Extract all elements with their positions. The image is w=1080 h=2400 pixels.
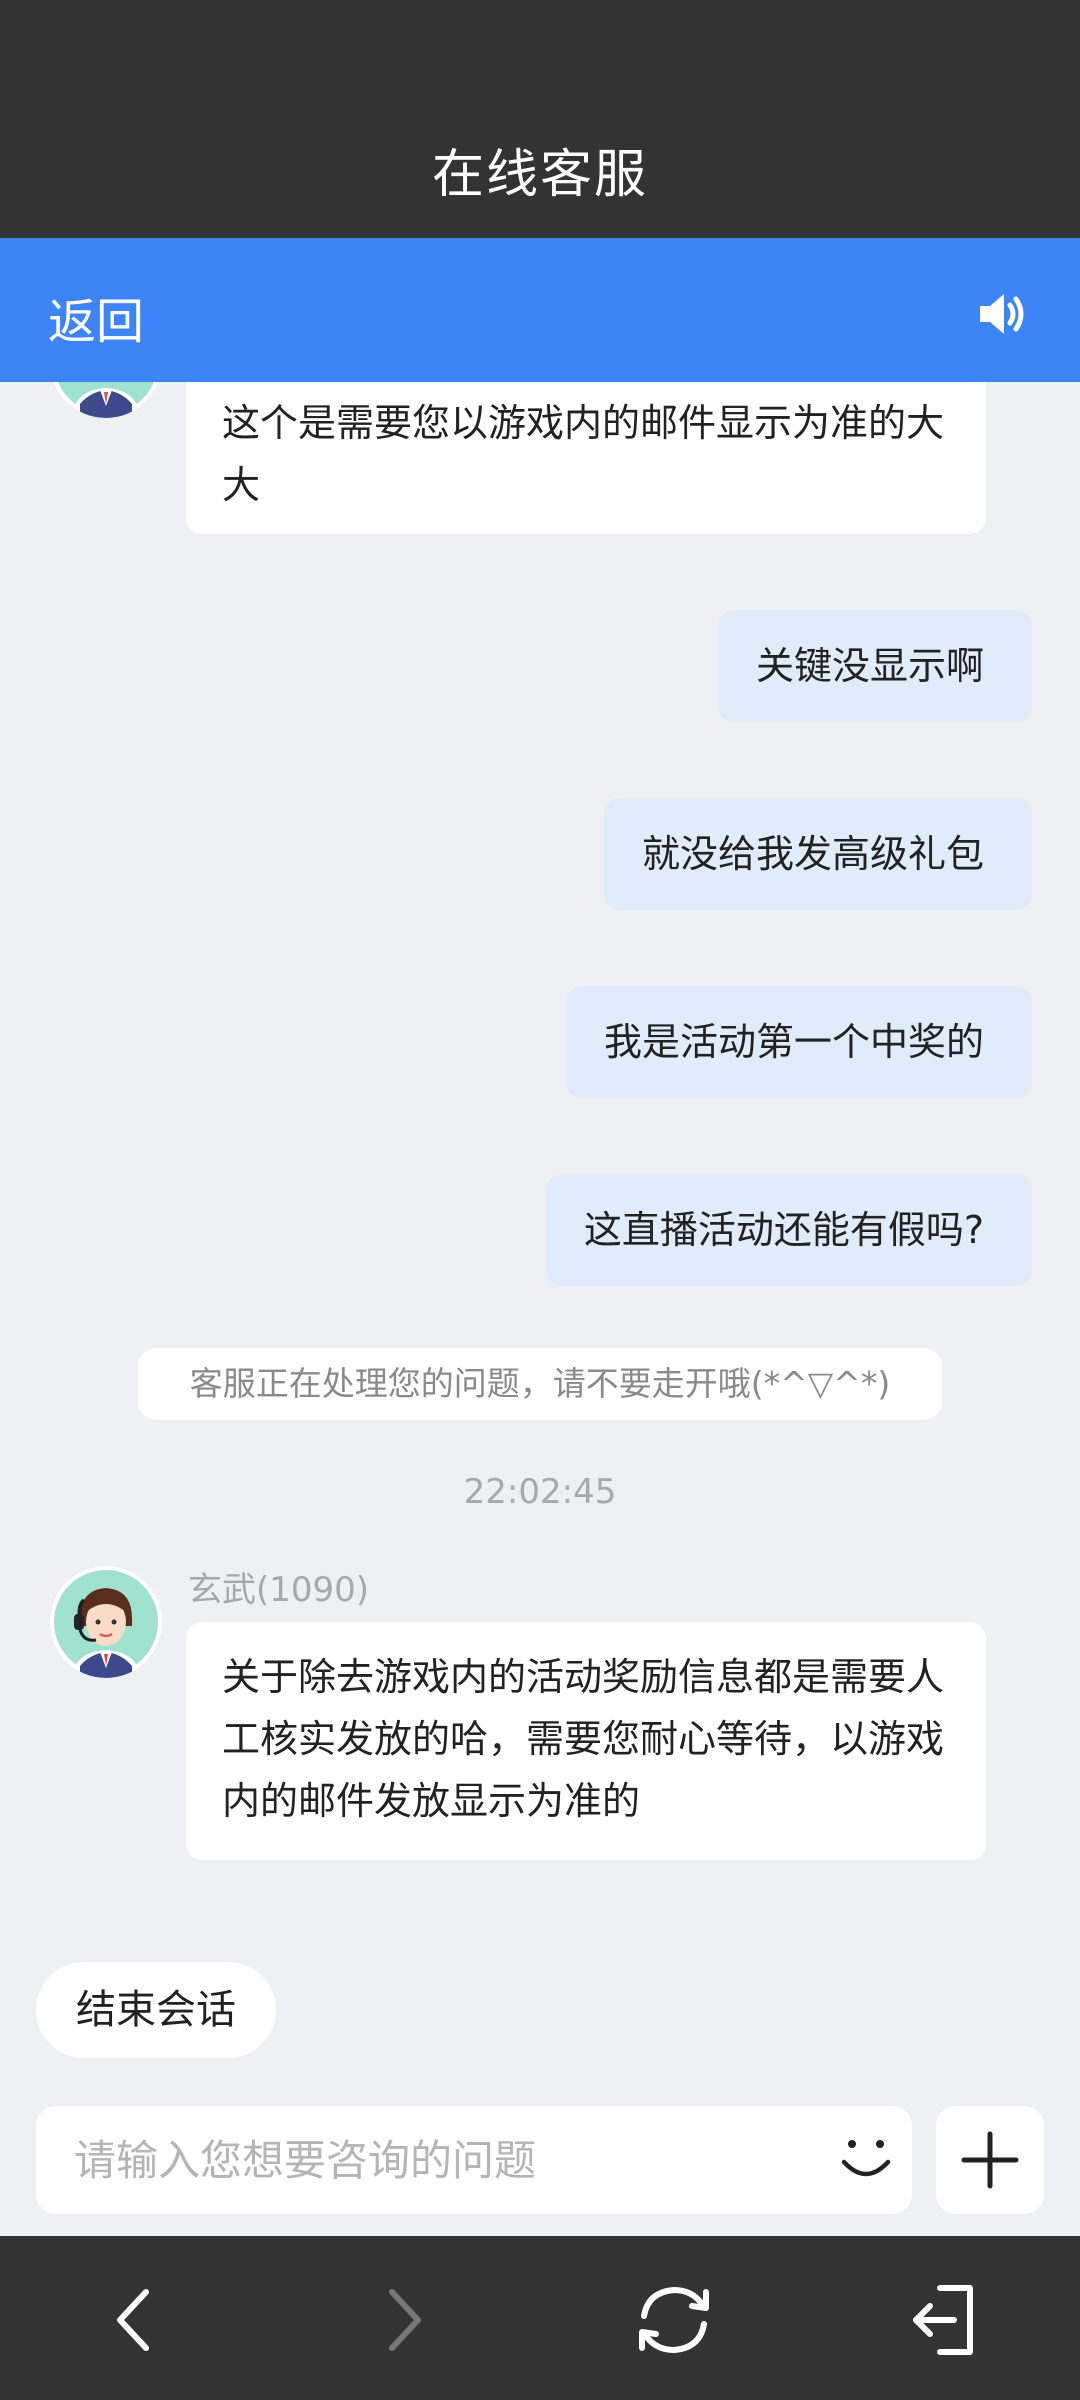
status-notice: 客服正在处理您的问题，请不要走开哦(*^▽^*) bbox=[138, 1348, 942, 1420]
chat-area[interactable]: 这个是需要您以游戏内的邮件显示为准的大大 关键没显示啊 就没给我发高级礼包 我是… bbox=[0, 382, 1080, 2102]
nav-bar: 返回 bbox=[0, 238, 1080, 382]
exit-icon[interactable] bbox=[896, 2272, 992, 2368]
agent-message-bubble: 关于除去游戏内的活动奖励信息都是需要人工核实发放的哈，需要您耐心等待，以游戏内的… bbox=[186, 1622, 986, 1860]
agent-message-bubble: 这个是需要您以游戏内的邮件显示为准的大大 bbox=[186, 382, 986, 534]
bottom-nav-bar bbox=[0, 2236, 1080, 2400]
forward-arrow-icon[interactable] bbox=[356, 2272, 452, 2368]
title-bar: 在线客服 bbox=[0, 0, 1080, 238]
add-icon[interactable] bbox=[936, 2106, 1044, 2214]
message-input[interactable] bbox=[72, 2106, 792, 2214]
back-arrow-icon[interactable] bbox=[86, 2272, 182, 2368]
user-message-bubble: 关键没显示啊 bbox=[717, 610, 1032, 722]
user-message-bubble: 这直播活动还能有假吗? bbox=[545, 1174, 1032, 1286]
user-message-bubble: 我是活动第一个中奖的 bbox=[565, 986, 1032, 1098]
timestamp: 22:02:45 bbox=[463, 1472, 617, 1512]
message-input-box[interactable] bbox=[36, 2106, 912, 2214]
back-button[interactable]: 返回 bbox=[48, 282, 144, 352]
agent-avatar-icon bbox=[50, 1566, 162, 1678]
refresh-icon[interactable] bbox=[626, 2272, 722, 2368]
smiley-icon[interactable] bbox=[836, 2130, 896, 2190]
agent-avatar-icon bbox=[53, 382, 159, 418]
page-title: 在线客服 bbox=[431, 145, 648, 205]
agent-name: 玄武(1090) bbox=[188, 1570, 370, 1610]
speaker-icon[interactable] bbox=[976, 290, 1030, 338]
end-session-button[interactable]: 结束会话 bbox=[36, 1962, 276, 2058]
user-message-bubble: 就没给我发高级礼包 bbox=[603, 798, 1032, 910]
